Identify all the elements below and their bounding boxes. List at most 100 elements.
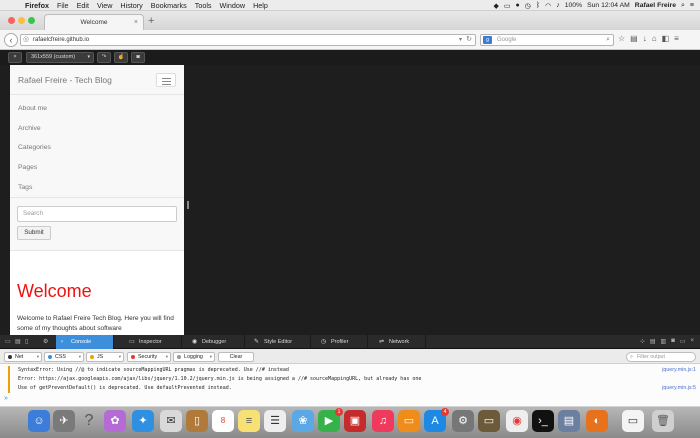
facetime-icon[interactable]: ▶ 1 xyxy=(318,408,343,432)
preview-icon[interactable]: ▤ xyxy=(558,410,580,432)
console-message-source[interactable]: jquery.min.js:1 xyxy=(662,366,696,375)
calendar-icon[interactable]: 8 xyxy=(212,410,234,432)
devtools-close-icon[interactable]: × xyxy=(690,338,694,345)
chrome-icon[interactable]: ◉ xyxy=(506,410,528,432)
system-preferences-icon[interactable]: ⚙ xyxy=(452,410,474,432)
menu-file[interactable]: File xyxy=(57,1,69,10)
wifi-icon[interactable]: ◠ xyxy=(545,2,551,10)
search-icon[interactable]: ⌕ xyxy=(606,35,610,45)
downloads-stack-icon[interactable]: ▭ xyxy=(622,410,644,432)
safari-icon[interactable]: ✦ xyxy=(132,410,154,432)
menu-tools[interactable]: Tools xyxy=(195,1,212,10)
clear-console-button[interactable]: Clear xyxy=(218,352,254,362)
terminal-icon[interactable]: ›_ xyxy=(532,410,554,432)
menu-bookmarks[interactable]: Bookmarks xyxy=(151,1,187,10)
close-window-button[interactable] xyxy=(8,17,15,24)
menu-history[interactable]: History xyxy=(120,1,142,10)
zoom-window-button[interactable] xyxy=(28,17,35,24)
user-name[interactable]: Rafael Freire xyxy=(635,2,676,9)
notification-center-icon[interactable]: ≡ xyxy=(690,2,694,9)
flower-app-icon[interactable]: ✿ xyxy=(104,410,126,432)
rdm-preset-select[interactable]: 361x559 (custom) ▾ xyxy=(26,52,94,63)
url-history-dropdown-icon[interactable]: ▾ xyxy=(459,35,462,45)
tab-profiler[interactable]: ◷ Profiler xyxy=(316,335,368,349)
bookmarks-menu-icon[interactable]: ▤ xyxy=(630,34,638,43)
navbar-toggle-button[interactable] xyxy=(156,73,176,87)
disk-utility-icon[interactable]: ▭ xyxy=(478,410,500,432)
nav-item-pages[interactable]: Pages xyxy=(10,158,184,178)
tab-welcome[interactable]: Welcome × xyxy=(44,14,144,30)
reminders-icon[interactable]: ☰ xyxy=(264,410,286,432)
back-button[interactable]: ‹ xyxy=(4,33,18,47)
responsive-mode-icon[interactable]: ▯ xyxy=(25,338,28,345)
nav-item-categories[interactable]: Categories xyxy=(10,138,184,158)
chevron-down-icon[interactable]: ▾ xyxy=(210,353,212,361)
site-submit-button[interactable]: Submit xyxy=(17,226,51,241)
search-engine-icon[interactable]: g xyxy=(483,36,492,44)
menu-firefox[interactable]: Firefox xyxy=(25,1,49,10)
photo-booth-icon[interactable]: ▣ xyxy=(344,410,366,432)
filter-net-button[interactable]: Net ▾ xyxy=(4,352,42,362)
url-bar[interactable]: ◎ rafaelcfreire.github.io ▾ ↻ xyxy=(20,34,476,46)
site-identity-icon[interactable]: ◎ xyxy=(23,35,29,45)
split-console-icon[interactable]: ▤ xyxy=(15,338,21,345)
console-input-prompt[interactable]: » xyxy=(4,395,8,402)
viewport-resize-handle[interactable] xyxy=(187,201,189,209)
site-brand[interactable]: Rafael Freire - Tech Blog xyxy=(18,75,112,85)
pocket-icon[interactable]: ◧ xyxy=(662,34,670,43)
tab-close-icon[interactable]: × xyxy=(134,19,138,26)
filter-output-input[interactable]: ⌕ Filter output xyxy=(626,352,696,362)
airplay-icon[interactable]: ▭ xyxy=(504,2,511,10)
site-search-input[interactable]: Search xyxy=(17,206,177,223)
chevron-down-icon[interactable]: ▾ xyxy=(119,353,121,361)
spotlight-icon[interactable]: ⌕ xyxy=(681,2,685,10)
chevron-down-icon[interactable]: ▾ xyxy=(166,353,168,361)
search-placeholder[interactable]: Google xyxy=(497,37,516,43)
dropbox-icon[interactable]: ◆ xyxy=(494,2,499,10)
rdm-screenshot-button[interactable]: ◙ xyxy=(131,52,145,63)
chevron-down-icon[interactable]: ▾ xyxy=(37,353,39,361)
launchpad-icon[interactable]: ✈ xyxy=(53,410,75,432)
new-tab-button[interactable]: + xyxy=(148,15,154,27)
help-icon[interactable]: ? xyxy=(78,410,100,432)
downloads-icon[interactable]: ↓ xyxy=(643,34,647,43)
url-text[interactable]: rafaelcfreire.github.io xyxy=(33,37,89,43)
home-icon[interactable]: ⌂ xyxy=(652,34,657,43)
mail-icon[interactable]: ✉ xyxy=(160,410,182,432)
search-bar[interactable]: g Google ⌕ xyxy=(480,34,614,46)
hamburger-menu-icon[interactable]: ≡ xyxy=(674,34,679,43)
volume-icon[interactable]: ♪ xyxy=(556,2,560,9)
select-element-icon[interactable]: ⊹ xyxy=(640,338,645,345)
tab-inspector[interactable]: ▭ Inspector xyxy=(124,335,182,349)
rdm-rotate-button[interactable]: ↷ xyxy=(97,52,111,63)
lastpass-icon[interactable]: ● xyxy=(516,2,520,9)
firefox-icon[interactable]: ◐ xyxy=(586,410,608,432)
filter-security-button[interactable]: Security ▾ xyxy=(127,352,171,362)
tab-debugger[interactable]: ◉ Debugger xyxy=(187,335,245,349)
devtools-settings-icon[interactable]: ⚙ xyxy=(43,338,48,345)
dock-bottom-icon[interactable]: ▭ xyxy=(680,338,686,345)
trash-icon[interactable]: 🗑 xyxy=(652,410,674,432)
dock-side-icon[interactable]: ▭ xyxy=(5,338,11,345)
chevron-down-icon[interactable]: ▾ xyxy=(79,353,81,361)
nav-item-tags[interactable]: Tags xyxy=(10,178,184,198)
rdm-touch-button[interactable]: ☝ xyxy=(114,52,128,63)
time-machine-icon[interactable]: ◷ xyxy=(525,2,531,10)
app-store-icon[interactable]: A4 xyxy=(424,408,449,432)
clock[interactable]: Sun 12:04 AM xyxy=(587,2,630,9)
battery-percent[interactable]: 100% xyxy=(565,2,582,9)
contacts-icon[interactable]: ▯ xyxy=(186,410,208,432)
tab-network[interactable]: ⇌ Network xyxy=(374,335,426,349)
finder-icon[interactable]: ☺ xyxy=(28,410,50,432)
filter-css-button[interactable]: CSS ▾ xyxy=(44,352,84,362)
bookmark-star-icon[interactable]: ☆ xyxy=(618,34,625,43)
console-message-source[interactable]: jquery.min.js:5 xyxy=(662,384,696,393)
nav-item-archive[interactable]: Archive xyxy=(10,119,184,139)
reload-icon[interactable]: ↻ xyxy=(466,35,472,45)
nav-item-about[interactable]: About me xyxy=(10,99,184,119)
filter-js-button[interactable]: JS ▾ xyxy=(86,352,124,362)
menu-help[interactable]: Help xyxy=(253,1,268,10)
tab-style-editor[interactable]: ✎ Style Editor xyxy=(249,335,311,349)
scratchpad-icon[interactable]: ▤ xyxy=(650,338,656,345)
tab-console[interactable]: › Console xyxy=(56,335,114,349)
